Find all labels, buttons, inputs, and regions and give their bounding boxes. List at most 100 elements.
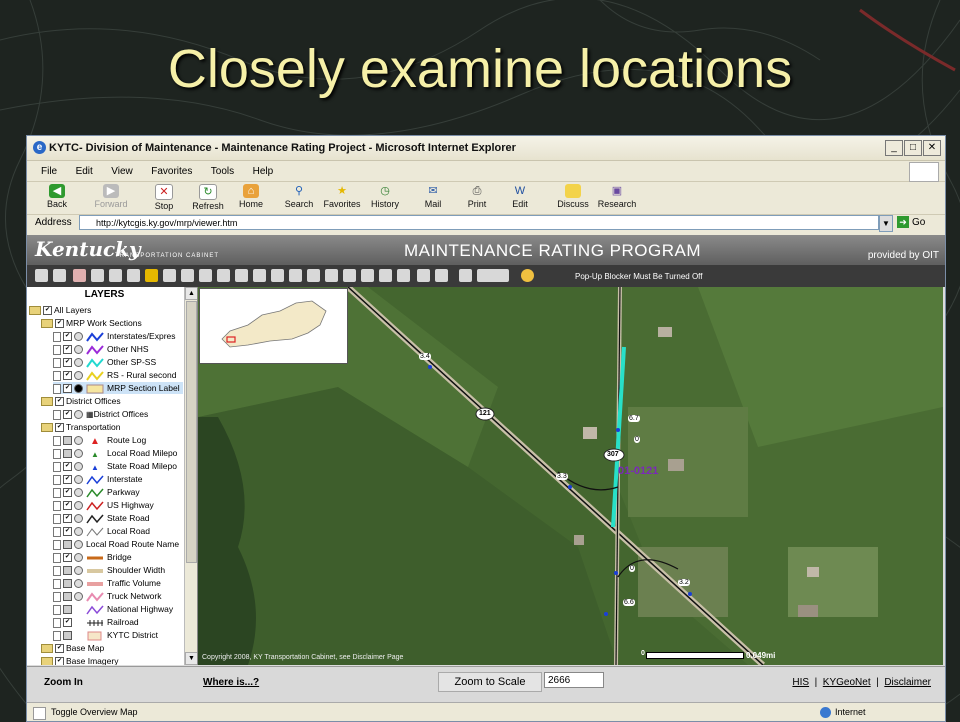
- layer-local-road[interactable]: ✔ Local Road: [53, 525, 150, 537]
- menu-tools[interactable]: Tools: [211, 166, 234, 177]
- help-icon[interactable]: [521, 269, 534, 282]
- layer-interstate[interactable]: ✔ Interstate: [53, 473, 142, 485]
- menu-view[interactable]: View: [111, 166, 133, 177]
- title-bar[interactable]: e KYTC- Division of Maintenance - Mainte…: [27, 136, 945, 161]
- forward-button[interactable]: ▶ Forward: [89, 184, 133, 209]
- scroll-up-arrow[interactable]: ▲: [185, 287, 197, 300]
- home-button[interactable]: ⌂ Home: [229, 184, 273, 209]
- menu-help[interactable]: Help: [253, 166, 274, 177]
- select-rect-icon[interactable]: [325, 269, 338, 282]
- identify-icon[interactable]: [235, 269, 248, 282]
- scale-input[interactable]: 2666: [544, 672, 604, 688]
- kygeonet-link[interactable]: KYGeoNet: [823, 677, 871, 688]
- overview-map[interactable]: [199, 288, 348, 364]
- select-line-icon[interactable]: [343, 269, 356, 282]
- layer-bridge[interactable]: ✔ Bridge: [53, 551, 132, 563]
- layer-all-layers[interactable]: ✔ All Layers: [29, 304, 91, 316]
- hyperlink-icon[interactable]: [217, 269, 230, 282]
- scroll-thumb[interactable]: [186, 301, 197, 563]
- layer-district-offices[interactable]: ✔ ▦District Offices: [53, 408, 148, 420]
- layer-mrp-work-sections[interactable]: ✔ MRP Work Sections: [41, 317, 142, 329]
- menu-edit[interactable]: Edit: [76, 166, 93, 177]
- locate-icon[interactable]: [417, 269, 430, 282]
- layer-base-imagery[interactable]: ✔ Base Imagery: [41, 655, 118, 665]
- window-title: KYTC- Division of Maintenance - Maintena…: [49, 142, 516, 154]
- layer-parkway[interactable]: ✔ Parkway: [53, 486, 140, 498]
- clear-selection-icon[interactable]: [361, 269, 374, 282]
- find-icon[interactable]: [271, 269, 284, 282]
- close-button[interactable]: ✕: [923, 140, 941, 156]
- discuss-button[interactable]: Discuss: [551, 184, 595, 209]
- menu-favorites[interactable]: Favorites: [151, 166, 192, 177]
- layer-national-highway[interactable]: National Highway: [53, 603, 173, 615]
- zoom-out-tool-icon[interactable]: [91, 269, 104, 282]
- history-button[interactable]: ◷ History: [363, 184, 407, 209]
- hisinfo-icon[interactable]: [483, 269, 509, 282]
- print-map-icon[interactable]: [379, 269, 392, 282]
- layer-interstates[interactable]: ✔ Interstates/Expres: [53, 330, 176, 342]
- interstate-line-icon: [86, 475, 104, 485]
- layer-traffic-volume[interactable]: Traffic Volume: [53, 577, 161, 589]
- layer-truck-network[interactable]: Truck Network: [53, 590, 161, 602]
- where-is-link[interactable]: Where is...?: [203, 677, 259, 688]
- legend-icon[interactable]: [53, 269, 66, 282]
- pan-arrows-icon[interactable]: [199, 269, 212, 282]
- pan-hand-icon[interactable]: [181, 269, 194, 282]
- layer-local-road-route-name[interactable]: Local Road Route Name: [53, 538, 179, 550]
- search-button[interactable]: ⚲ Search: [277, 184, 321, 209]
- minimize-button[interactable]: _: [885, 140, 903, 156]
- program-title: MAINTENANCE RATING PROGRAM: [404, 241, 701, 260]
- layer-mrp-section-label[interactable]: ✔ MRP Section Label: [53, 382, 183, 394]
- zoom-previous-icon[interactable]: [145, 269, 158, 282]
- layer-district-offices-group[interactable]: ✔ District Offices: [41, 395, 121, 407]
- layer-railroad[interactable]: ✔ Railroad: [53, 616, 139, 628]
- layer-rs-rural[interactable]: ✔ RS - Rural second: [53, 369, 176, 381]
- zoom-active-icon[interactable]: [127, 269, 140, 282]
- layer-local-road-milepost[interactable]: ▲ Local Road Milepo: [53, 447, 177, 459]
- address-input[interactable]: http://kytcgis.ky.gov/mrp/viewer.htm: [79, 215, 879, 230]
- his-link[interactable]: HIS: [792, 677, 809, 688]
- map-view[interactable]: 121 307 01-0121 3.4 3.3 6.7 0 0 3.2 6.6 …: [198, 287, 943, 665]
- kentucky-outline: [221, 300, 327, 348]
- layer-us-highway[interactable]: ✔ US Highway: [53, 499, 154, 511]
- zoom-to-scale-button[interactable]: Zoom to Scale: [438, 672, 542, 692]
- menu-file[interactable]: File: [41, 166, 57, 177]
- zoom-extent-icon[interactable]: [109, 269, 122, 282]
- layer-state-road-milepost[interactable]: ✔ ▲ State Road Milepo: [53, 460, 177, 472]
- layer-kytc-district[interactable]: KYTC District: [53, 629, 158, 641]
- query-icon[interactable]: [253, 269, 266, 282]
- zoom-in-tool-icon[interactable]: [73, 269, 86, 282]
- favorites-button[interactable]: ★ Favorites: [320, 184, 364, 209]
- layer-base-map[interactable]: ✔ Base Map: [41, 642, 104, 654]
- refresh-button[interactable]: ↻ Refresh: [186, 184, 230, 211]
- scroll-down-arrow[interactable]: ▼: [185, 652, 197, 665]
- disclaimer-link[interactable]: Disclaimer: [884, 677, 931, 688]
- report-icon[interactable]: [459, 269, 472, 282]
- copyright-text[interactable]: Copyright 2008, KY Transportation Cabine…: [202, 654, 403, 661]
- edit-button[interactable]: W Edit: [498, 184, 542, 209]
- go-button[interactable]: ➜ Go: [897, 216, 925, 228]
- measure-icon[interactable]: [307, 269, 320, 282]
- home-icon: ⌂: [243, 184, 259, 198]
- layer-transportation[interactable]: ✔ Transportation: [41, 421, 121, 433]
- back-button[interactable]: ◀ Back: [35, 184, 79, 209]
- layers-scrollbar[interactable]: ▲ ▼: [184, 287, 197, 665]
- buffer-icon[interactable]: [397, 269, 410, 282]
- research-button[interactable]: ▣ Research: [595, 184, 639, 209]
- back-tool-icon[interactable]: [163, 269, 176, 282]
- milepost-label: 0: [634, 436, 640, 443]
- address-dropdown-button[interactable]: ▼: [879, 215, 893, 232]
- maximize-button[interactable]: □: [904, 140, 922, 156]
- layer-state-road[interactable]: ✔ State Road: [53, 512, 150, 524]
- stop-button[interactable]: ✕ Stop: [142, 184, 186, 211]
- xy-coordinate-icon[interactable]: [435, 269, 448, 282]
- print-button[interactable]: ⎙ Print: [455, 184, 499, 209]
- layer-other-sp-ss[interactable]: ✔ Other SP-SS: [53, 356, 156, 368]
- layer-other-nhs[interactable]: ✔ Other NHS: [53, 343, 149, 355]
- toggle-layers-icon[interactable]: [35, 269, 48, 282]
- menu-bar: File Edit View Favorites Tools Help: [27, 161, 945, 182]
- layer-shoulder-width[interactable]: Shoulder Width: [53, 564, 165, 576]
- layer-route-log[interactable]: ▲ Route Log: [53, 434, 146, 447]
- list-icon[interactable]: [289, 269, 302, 282]
- mail-button[interactable]: ✉ Mail: [411, 184, 455, 209]
